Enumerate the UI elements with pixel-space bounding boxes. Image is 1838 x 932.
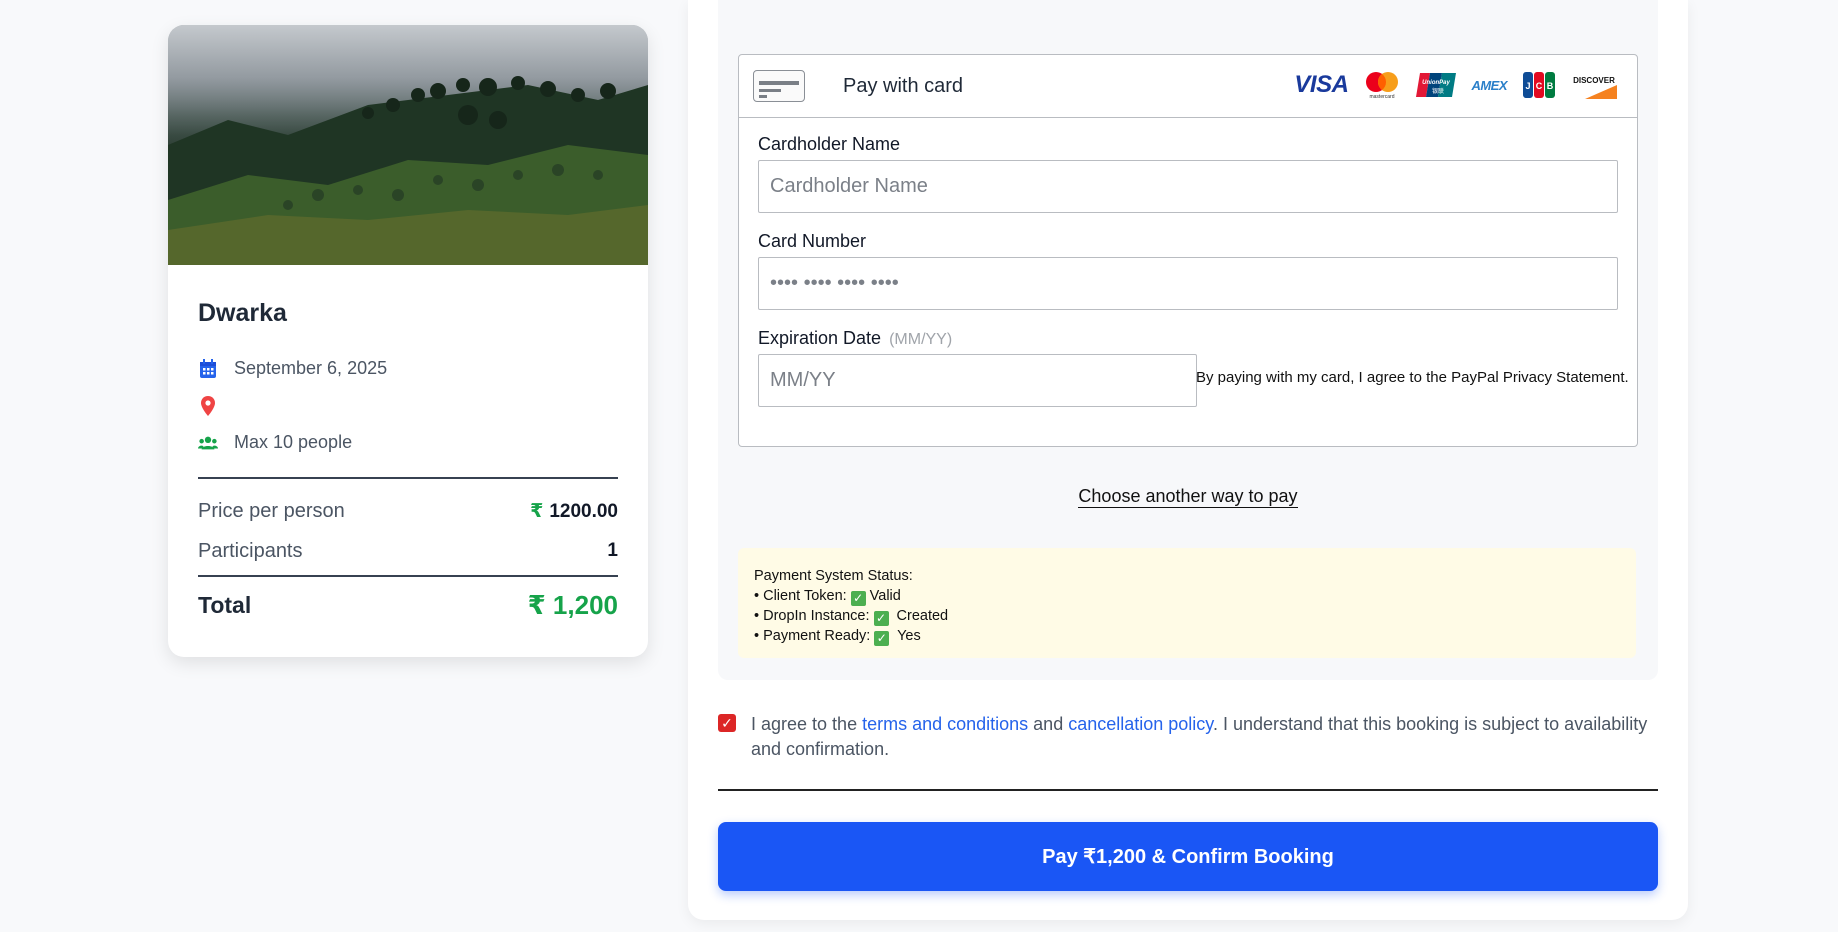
location-pin-icon: [198, 395, 218, 416]
terms-checkbox[interactable]: ✓: [718, 714, 736, 732]
cardholder-label: Cardholder Name: [758, 134, 901, 154]
dropin-status: • DropIn Instance: ✓ Created: [754, 608, 949, 626]
participants-row: Participants 1: [198, 531, 618, 571]
status-heading: Payment System Status:: [754, 568, 913, 584]
pay-confirm-button[interactable]: Pay ₹1,200 & Confirm Booking: [718, 822, 1658, 891]
card-number-label: Card Number: [758, 231, 867, 251]
price-value: ₹1200.00: [530, 500, 618, 522]
card-brands: VISA mastercard UnionPay 银联 AMEX JCB DISC…: [1294, 69, 1617, 101]
svg-text:UnionPay: UnionPay: [1423, 80, 1451, 86]
participants-value: 1: [607, 540, 618, 561]
cardholder-name-input[interactable]: [758, 160, 1618, 213]
total-value: ₹ 1,200: [527, 589, 618, 620]
expiration-hint: (MM/YY): [889, 331, 953, 348]
location-row: [198, 387, 618, 424]
visa-icon: VISA: [1294, 71, 1349, 98]
discover-icon: DISCOVER: [1571, 69, 1617, 101]
amex-icon: AMEX: [1471, 77, 1507, 93]
unionpay-icon: UnionPay 银联: [1416, 69, 1457, 101]
payment-panel: Pay with card VISA mastercard UnionPay 银联…: [688, 0, 1688, 920]
svg-text:B: B: [1547, 81, 1554, 91]
terms-agreement: ✓ I agree to the terms and conditions an…: [718, 712, 1658, 762]
card-form-header[interactable]: Pay with card VISA mastercard UnionPay 银联…: [739, 55, 1637, 118]
total-row: Total ₹ 1,200: [198, 577, 618, 633]
price-per-person-row: Price per person ₹1200.00: [198, 491, 618, 531]
check-icon: ✓: [874, 631, 890, 646]
payment-status-box: Payment System Status: • Client Token: ✓ V…: [738, 548, 1636, 658]
price-label: Price per person: [198, 499, 345, 522]
rupee-icon: ₹: [530, 500, 544, 522]
trip-date: September 6, 2025: [234, 358, 388, 378]
participants-label: Participants: [198, 539, 303, 562]
calendar-icon: [198, 358, 218, 379]
choose-another-way-link[interactable]: Choose another way to pay: [718, 486, 1658, 508]
users-icon: [198, 433, 218, 453]
card-number-input[interactable]: [758, 257, 1618, 310]
svg-text:银联: 银联: [1432, 87, 1444, 95]
payment-ready-status: • Payment Ready: ✓ Yes: [754, 628, 921, 646]
svg-text:C: C: [1536, 81, 1543, 91]
summary-divider: [198, 477, 618, 479]
date-row: September 6, 2025: [198, 350, 618, 387]
credit-card-icon: [753, 70, 805, 102]
pay-with-card-label: Pay with card: [843, 74, 964, 97]
total-label: Total: [198, 591, 252, 618]
cancellation-policy-link[interactable]: cancellation policy: [1068, 714, 1213, 734]
terms-divider: [718, 789, 1658, 791]
mastercard-icon: mastercard: [1363, 69, 1401, 101]
booking-summary-card: Dwarka September 6, 2025 Max 10 people P…: [168, 25, 648, 657]
svg-text:J: J: [1525, 81, 1530, 91]
svg-text:DISCOVER: DISCOVER: [1573, 76, 1615, 85]
destination-image: [168, 25, 648, 265]
terms-link[interactable]: terms and conditions: [862, 714, 1028, 734]
check-icon: ✓: [873, 611, 889, 626]
destination-title: Dwarka: [198, 299, 287, 327]
payment-dropin: Pay with card VISA mastercard UnionPay 银联…: [718, 0, 1658, 680]
svg-text:mastercard: mastercard: [1370, 94, 1395, 100]
check-icon: ✓: [850, 591, 866, 606]
card-payment-form: Pay with card VISA mastercard UnionPay 银联…: [738, 54, 1638, 447]
trip-capacity: Max 10 people: [234, 432, 353, 452]
expiration-date-input[interactable]: [758, 354, 1197, 407]
paypal-privacy-note: By paying with my card, I agree to the P…: [1196, 369, 1629, 386]
terms-text: I agree to the terms and conditions and …: [751, 714, 1648, 759]
capacity-row: Max 10 people: [198, 424, 618, 461]
client-token-status: • Client Token: ✓ Valid: [754, 588, 901, 606]
jcb-icon: JCB: [1522, 69, 1556, 101]
expiration-label: Expiration Date (MM/YY): [758, 328, 953, 348]
